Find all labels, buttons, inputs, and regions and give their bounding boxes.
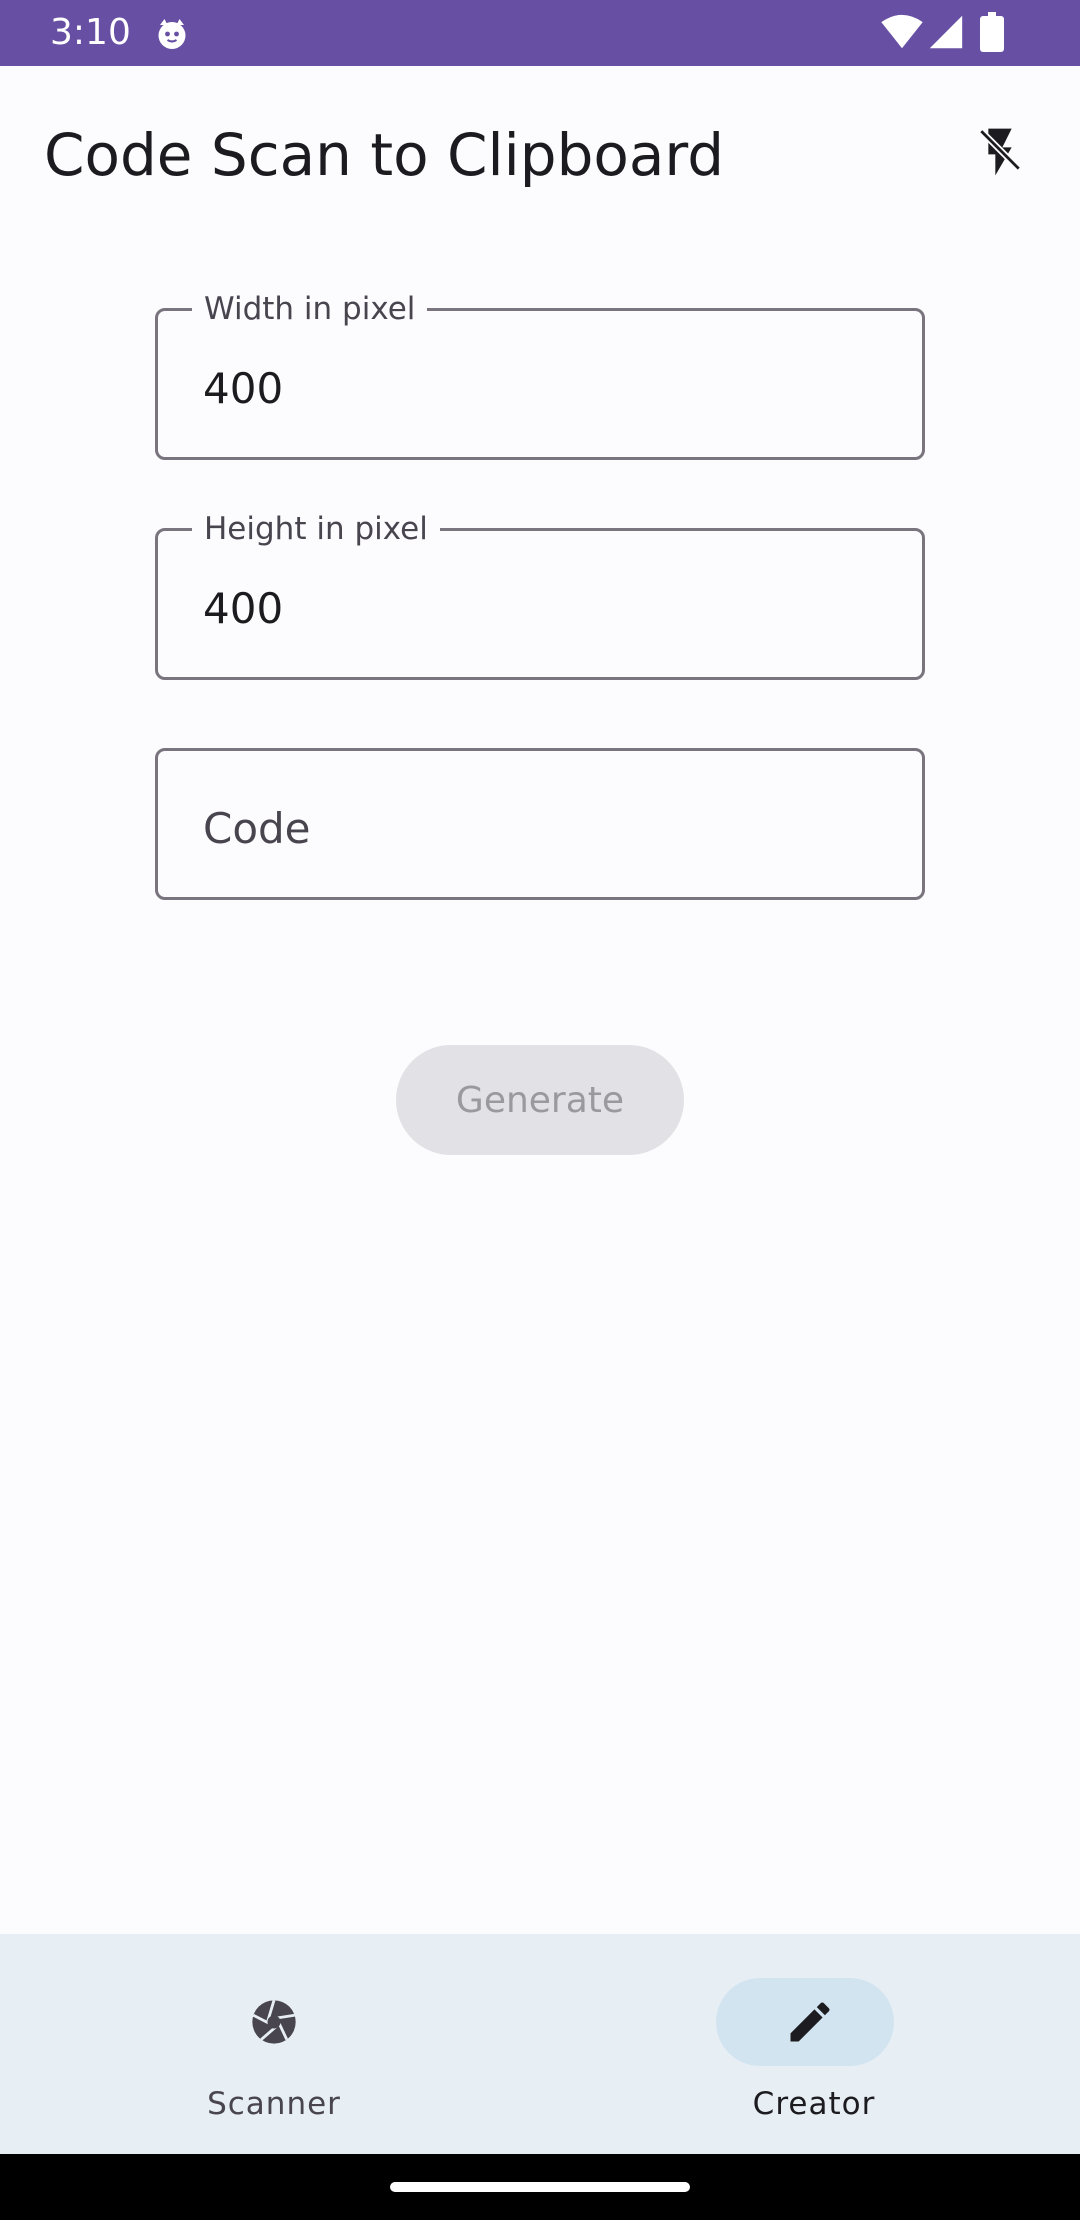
bottom-navigation: Scanner Creator bbox=[0, 1934, 1080, 2154]
nav-label-scanner: Scanner bbox=[207, 2086, 341, 2122]
code-field[interactable]: Code bbox=[155, 748, 925, 900]
generate-button[interactable]: Generate bbox=[396, 1045, 684, 1155]
gesture-navigation-bar bbox=[0, 2154, 1080, 2220]
width-field[interactable]: Width in pixel 400 bbox=[155, 289, 925, 460]
nav-item-scanner[interactable]: Scanner bbox=[0, 1934, 540, 2154]
status-time: 3:10 bbox=[50, 12, 131, 53]
nav-label-creator: Creator bbox=[752, 2086, 876, 2122]
width-field-label: Width in pixel bbox=[192, 289, 428, 329]
width-field-value[interactable]: 400 bbox=[203, 363, 283, 415]
nav-item-creator[interactable]: Creator bbox=[540, 1934, 1080, 2154]
status-bar: 3:10 bbox=[0, 0, 1080, 66]
home-gesture-handle[interactable] bbox=[390, 2182, 690, 2192]
signal-icon bbox=[929, 15, 963, 49]
battery-icon bbox=[980, 12, 1004, 52]
height-field-label: Height in pixel bbox=[192, 509, 440, 549]
code-field-placeholder: Code bbox=[203, 804, 311, 853]
flash-toggle-button[interactable] bbox=[960, 112, 1040, 192]
cat-icon bbox=[158, 19, 186, 49]
height-field-value[interactable]: 400 bbox=[203, 583, 283, 635]
camera-shutter-icon bbox=[252, 1999, 296, 2044]
wifi-icon bbox=[881, 14, 923, 49]
flash-off-icon bbox=[977, 127, 1023, 176]
page-title: Code Scan to Clipboard bbox=[44, 121, 725, 189]
pencil-icon bbox=[790, 2002, 830, 2042]
height-field[interactable]: Height in pixel 400 bbox=[155, 509, 925, 680]
